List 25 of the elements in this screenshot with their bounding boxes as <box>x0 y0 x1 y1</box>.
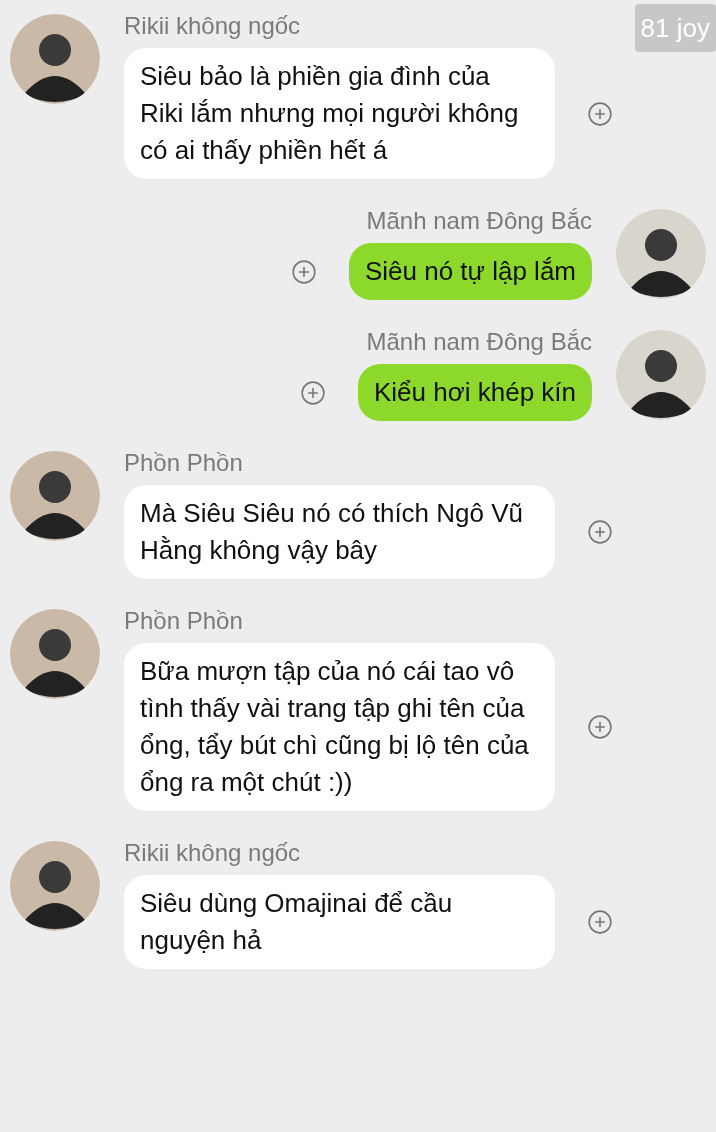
sender-name: Phồn Phồn <box>124 449 243 477</box>
avatar[interactable] <box>10 609 100 699</box>
message-bubble: Siêu bảo là phiền gia đình của Riki lắm nhưng mọi người không có ai thấy phiền hết á <box>124 48 555 179</box>
sender-name: Rikii không ngốc <box>124 839 301 867</box>
sender-name: Rikii không ngốc <box>124 12 301 40</box>
badge: 81 joy <box>634 4 716 52</box>
avatar[interactable] <box>616 330 706 420</box>
message-bubble: Siêu dùng Omajinai để cầu nguyện hả <box>124 875 555 969</box>
message-bubble: Mà Siêu Siêu nó có thích Ngô Vũ Hằng không vậy bây <box>124 485 555 579</box>
message-bubble: Siêu nó tự lập lắm <box>348 243 592 300</box>
avatar[interactable] <box>10 451 100 541</box>
message-bubble: Bữa mượn tập của nó cái tao vô tình thấy vài trang tập ghi tên của ổng, tẩy bút chì cũng bị lộ tên của ổng ra một chút :)) <box>124 643 555 811</box>
add-icon[interactable] <box>587 519 613 545</box>
add-icon[interactable] <box>299 379 326 406</box>
add-icon[interactable] <box>587 714 613 740</box>
add-icon[interactable] <box>587 909 613 935</box>
sender-name: Mãnh nam Đông Bắc <box>366 207 592 235</box>
message-bubble: Kiểu hơi khép kín <box>357 364 592 421</box>
add-icon[interactable] <box>290 258 317 285</box>
sender-name: Mãnh nam Đông Bắc <box>366 328 592 356</box>
avatar[interactable] <box>10 841 100 931</box>
avatar[interactable] <box>10 14 100 104</box>
avatar[interactable] <box>616 209 706 299</box>
add-icon[interactable] <box>587 100 613 127</box>
sender-name: Phồn Phồn <box>124 607 243 635</box>
